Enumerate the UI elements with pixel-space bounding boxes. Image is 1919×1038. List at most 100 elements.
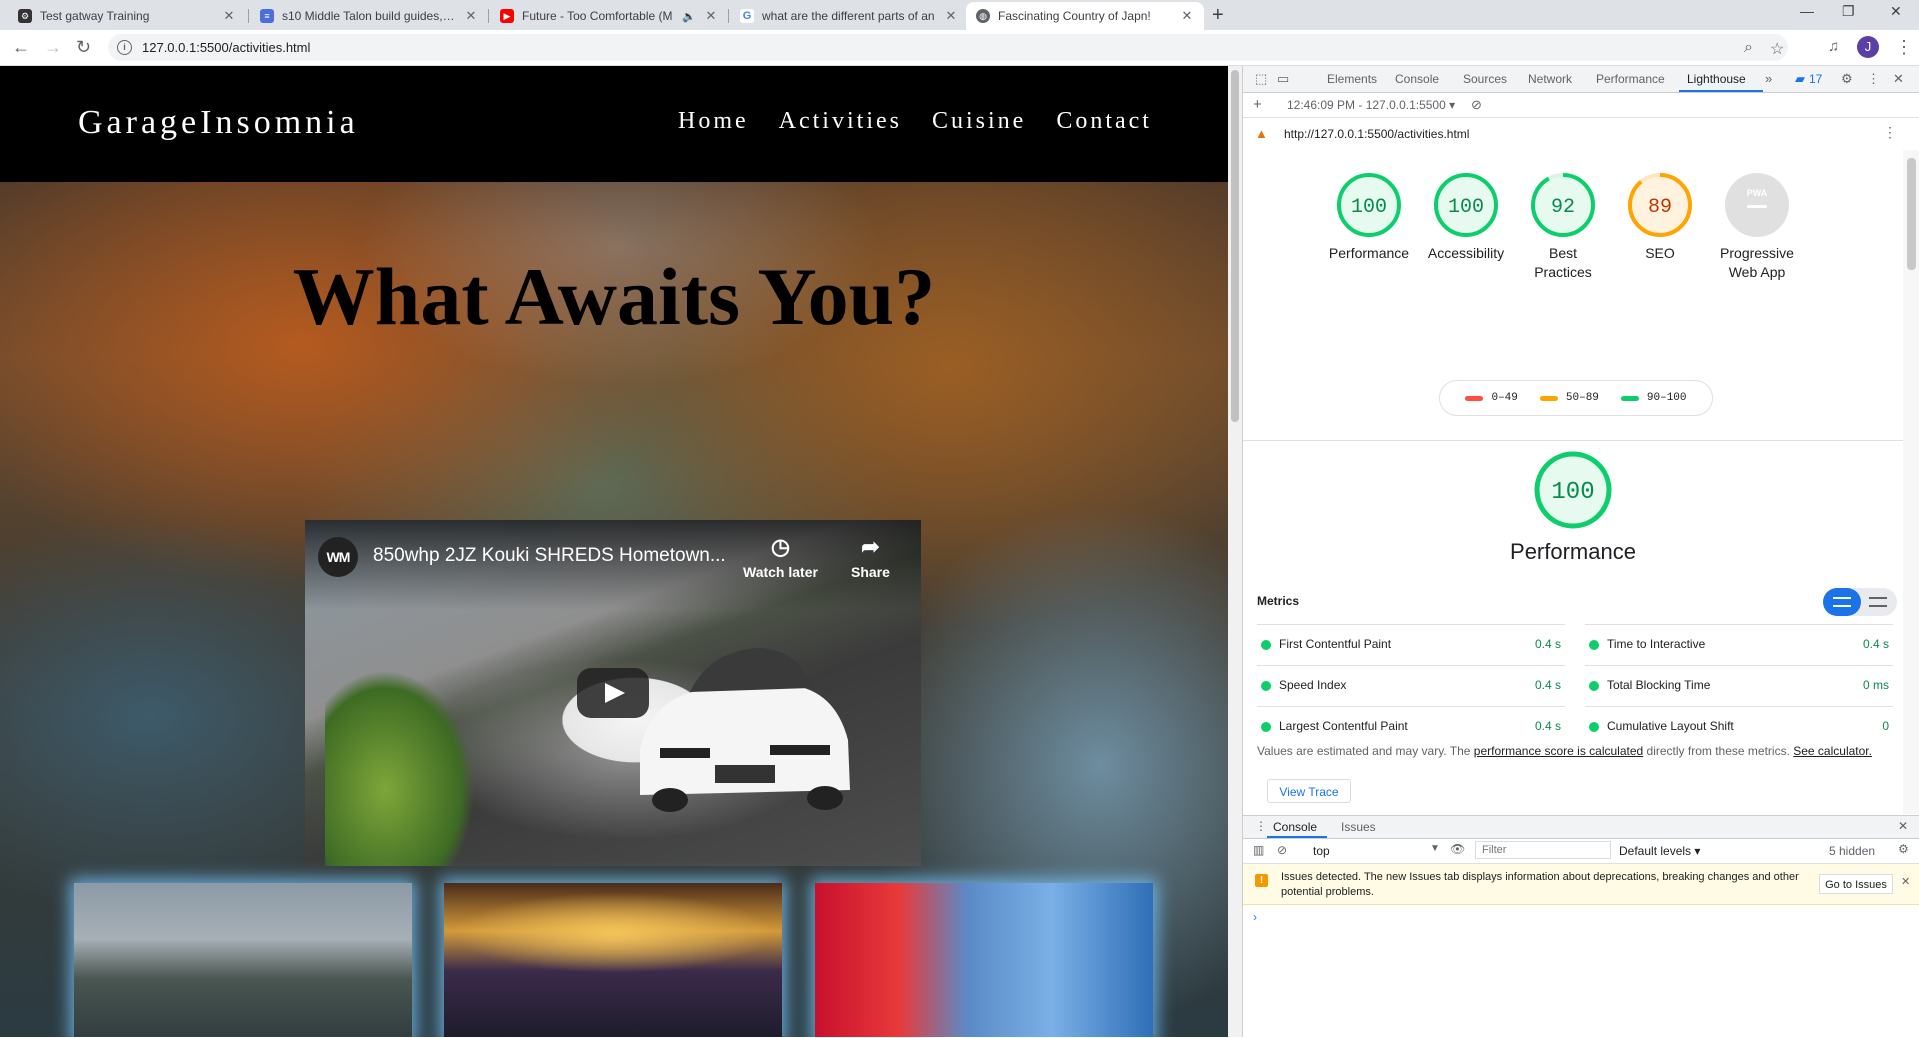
browser-tab-active[interactable]: ◍ Fascinating Country of Japn! ✕ — [966, 2, 1204, 30]
share-button[interactable]: ➦ Share — [851, 534, 890, 580]
gallery-image-akihabara[interactable] — [815, 883, 1153, 1037]
reload-icon[interactable]: ↻ — [76, 37, 91, 58]
issues-count[interactable]: 17 — [1809, 72, 1822, 86]
zoom-icon[interactable]: ⌕ — [1744, 39, 1753, 57]
close-icon[interactable]: ✕ — [704, 8, 718, 24]
clear-reports-icon[interactable]: ⊘ — [1471, 97, 1482, 113]
metrics-view-toggle[interactable] — [1823, 588, 1897, 616]
tab-elements[interactable]: Elements — [1327, 72, 1377, 86]
gallery-image-mountain-road[interactable] — [74, 883, 412, 1037]
site-info-icon[interactable]: i — [117, 40, 132, 55]
close-icon[interactable]: ✕ — [222, 8, 236, 24]
page-scrollbar[interactable] — [1228, 66, 1242, 1037]
report-scrollbar[interactable] — [1903, 150, 1919, 814]
forward-arrow-icon[interactable]: → — [44, 37, 62, 58]
clock-icon: ◷ — [770, 534, 791, 559]
gallery-image-car-meet[interactable] — [444, 883, 782, 1037]
view-trace-button[interactable]: View Trace — [1267, 779, 1351, 803]
gauge-performance[interactable]: 100 Performance — [1319, 172, 1419, 263]
context-selector[interactable]: top — [1313, 844, 1330, 858]
console-sidebar-icon[interactable]: ▥ — [1253, 843, 1264, 857]
context-dropdown-icon[interactable]: ▼ — [1430, 843, 1440, 854]
google-icon: G — [740, 9, 754, 23]
gauge-pwa[interactable]: PWA Progressive Web App — [1707, 172, 1807, 282]
banner-close-icon[interactable]: ✕ — [1901, 875, 1910, 888]
lighthouse-toolbar: + 12:46:09 PM - 127.0.0.1:5500 ▾ ⊘ — [1243, 93, 1919, 118]
tab-console[interactable]: Console — [1395, 72, 1439, 86]
bookmark-star-icon[interactable]: ☆ — [1770, 39, 1784, 59]
live-expression-eye-icon[interactable]: 👁 — [1450, 842, 1465, 856]
browser-menu-icon[interactable]: ⋮ — [1895, 37, 1913, 58]
console-drawer: ⋮ Console Issues ✕ ▥ ⊘ top ▼ 👁 Default l… — [1243, 815, 1919, 1038]
report-menu-icon[interactable]: ⋮ — [1883, 124, 1897, 141]
expanded-view-icon[interactable] — [1869, 597, 1887, 607]
close-icon[interactable]: ✕ — [1180, 8, 1194, 24]
settings-gear-icon[interactable]: ⚙ — [1841, 71, 1853, 87]
share-label: Share — [851, 564, 890, 580]
see-calculator-link[interactable]: See calculator. — [1793, 744, 1872, 758]
docs-icon: ≡ — [260, 9, 274, 23]
score-calculated-link[interactable]: performance score is calculated — [1474, 744, 1643, 758]
console-prompt[interactable]: › — [1253, 910, 1257, 924]
console-filter-input[interactable] — [1475, 841, 1611, 859]
log-levels-dropdown[interactable]: Default levels ▾ — [1619, 844, 1700, 858]
gauge-best-practices[interactable]: 92 Best Practices — [1513, 172, 1613, 282]
window-close-icon[interactable]: ✕ — [1890, 3, 1902, 20]
tab-lighthouse[interactable]: Lighthouse — [1687, 72, 1746, 86]
nav-activities[interactable]: Activities — [779, 108, 902, 135]
restore-icon[interactable]: ❐ — [1842, 3, 1855, 20]
browser-toolbar: ← → ↻ i 127.0.0.1:5500/activities.html ⌕… — [0, 30, 1919, 66]
play-button-icon[interactable] — [577, 668, 649, 718]
clear-console-icon[interactable]: ⊘ — [1277, 843, 1287, 857]
nav-cuisine[interactable]: Cuisine — [932, 108, 1026, 135]
site-brand[interactable]: GarageInsomnia — [78, 104, 359, 142]
drawer-close-icon[interactable]: ✕ — [1898, 819, 1908, 833]
share-arrow-icon: ➦ — [861, 534, 880, 559]
video-title[interactable]: 850whp 2JZ Kouki SHREDS Hometown... — [373, 545, 726, 567]
score-legend: 0–49 50–89 90–100 — [1439, 380, 1713, 416]
gauge-accessibility[interactable]: 100 Accessibility — [1416, 172, 1516, 263]
drawer-tab-issues[interactable]: Issues — [1341, 820, 1376, 834]
watch-later-button[interactable]: ◷ Watch later — [743, 534, 818, 580]
score-value: 92 — [1551, 196, 1575, 219]
issues-counter-icon[interactable]: ▰ — [1795, 71, 1805, 87]
drawer-tab-console[interactable]: Console — [1273, 820, 1317, 834]
tab-sources[interactable]: Sources — [1463, 72, 1507, 86]
channel-logo[interactable]: WM — [318, 537, 358, 577]
report-selector[interactable]: 12:46:09 PM - 127.0.0.1:5500 ▾ — [1287, 98, 1455, 112]
tab-performance[interactable]: Performance — [1596, 72, 1665, 86]
browser-tab[interactable]: ⚙ Test gatway Training ✕ — [8, 2, 246, 30]
new-report-plus-icon[interactable]: + — [1253, 96, 1262, 113]
minimize-icon[interactable]: — — [1800, 3, 1814, 19]
new-tab-plus-icon[interactable]: + — [1212, 4, 1224, 27]
nav-home[interactable]: Home — [678, 108, 749, 135]
more-tabs-icon[interactable]: » — [1765, 71, 1772, 86]
metric-row: Cumulative Layout Shift 0 — [1585, 706, 1893, 747]
devtools-menu-icon[interactable]: ⋮ — [1867, 71, 1880, 87]
browser-tab[interactable]: G what are the different parts of an ✕ — [730, 2, 968, 30]
close-icon[interactable]: ✕ — [944, 8, 958, 24]
inspect-element-icon[interactable]: ⬚ — [1255, 71, 1267, 87]
devtools-tabbar: ⬚ ▭ Elements Console Sources Network Per… — [1243, 66, 1919, 93]
address-url[interactable]: 127.0.0.1:5500/activities.html — [142, 40, 310, 55]
tab-network[interactable]: Network — [1528, 72, 1572, 86]
console-settings-icon[interactable]: ⚙ — [1898, 842, 1909, 856]
address-bar[interactable]: i 127.0.0.1:5500/activities.html ⌕ ☆ — [108, 34, 1788, 61]
gauge-seo[interactable]: 89 SEO — [1610, 172, 1710, 263]
profile-avatar[interactable]: J — [1857, 36, 1879, 58]
youtube-embed[interactable]: WM 850whp 2JZ Kouki SHREDS Hometown... ◷… — [305, 520, 921, 866]
devtools-close-icon[interactable]: ✕ — [1893, 71, 1904, 87]
compact-view-icon[interactable] — [1833, 597, 1851, 607]
browser-tab[interactable]: ▶ Future - Too Comfortable (M 🔈 ✕ — [490, 2, 728, 30]
back-arrow-icon[interactable]: ← — [12, 37, 30, 58]
nav-contact[interactable]: Contact — [1056, 108, 1152, 135]
drawer-menu-icon[interactable]: ⋮ — [1255, 819, 1267, 833]
audited-url[interactable]: http://127.0.0.1:5500/activities.html — [1284, 127, 1469, 141]
media-controls-icon[interactable]: ♫ — [1828, 38, 1839, 55]
lighthouse-logo-icon: ▲ — [1255, 126, 1268, 141]
device-toolbar-icon[interactable]: ▭ — [1277, 71, 1289, 87]
close-icon[interactable]: ✕ — [464, 8, 478, 24]
speaker-icon[interactable]: 🔈 — [682, 10, 696, 23]
browser-tab[interactable]: ≡ s10 Middle Talon build guides, co ✕ — [250, 2, 488, 30]
go-to-issues-button[interactable]: Go to Issues — [1819, 874, 1893, 894]
